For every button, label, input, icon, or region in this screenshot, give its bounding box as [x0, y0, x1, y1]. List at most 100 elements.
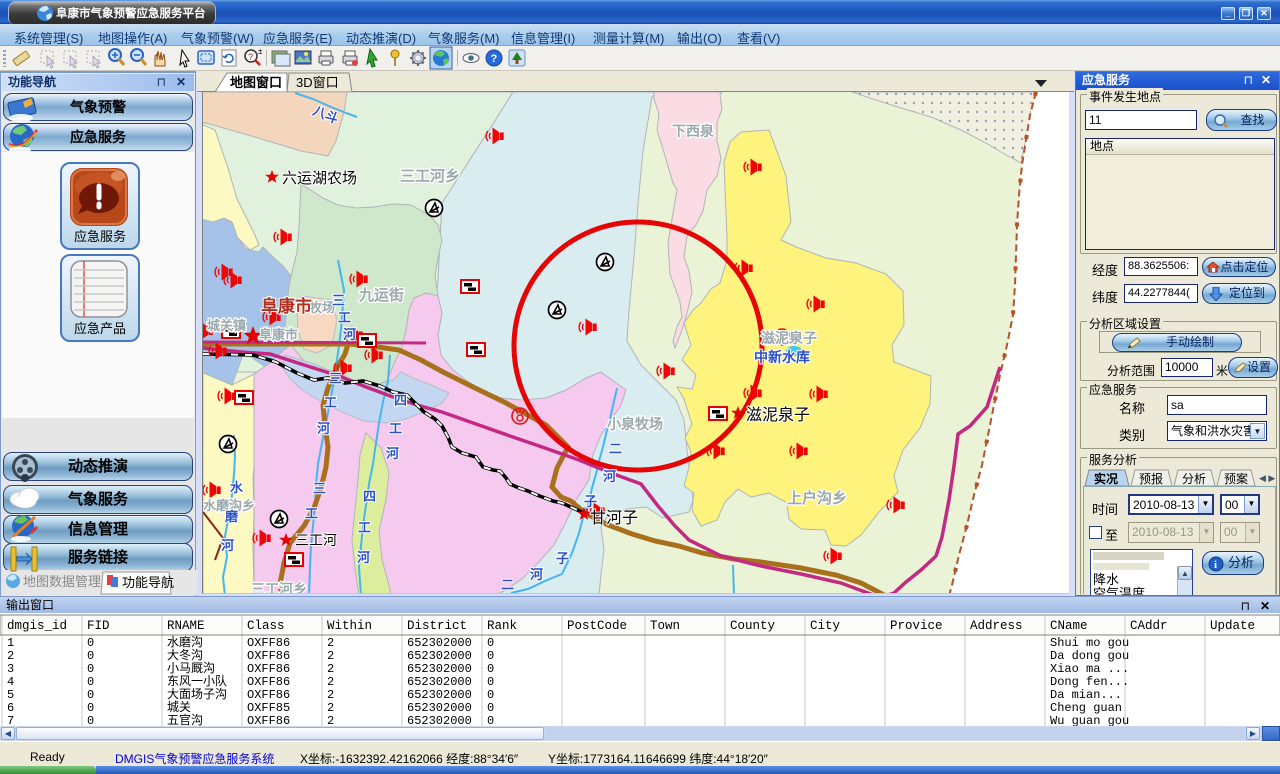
svg-text:Wu guan gou: Wu guan gou — [1050, 714, 1129, 726]
svg-text:预报: 预报 — [1139, 471, 1163, 486]
svg-text:城关镇: 城关镇 — [207, 318, 246, 333]
svg-text:三工河: 三工河 — [295, 532, 337, 548]
svg-text:2: 2 — [327, 714, 334, 726]
svg-text:Town: Town — [650, 619, 680, 633]
svg-text:0: 0 — [487, 649, 494, 663]
svg-text:功能导航: 功能导航 — [122, 575, 174, 590]
svg-text:652302000: 652302000 — [407, 662, 472, 676]
svg-text:Xiao ma ...: Xiao ma ... — [1050, 662, 1129, 676]
svg-text:大面场子沟: 大面场子沟 — [167, 687, 227, 701]
svg-text:工: 工 — [338, 310, 351, 325]
svg-text:4: 4 — [7, 675, 14, 689]
svg-text:河: 河 — [317, 421, 330, 436]
svg-text:子: 子 — [556, 551, 569, 566]
svg-text:0: 0 — [487, 688, 494, 702]
svg-text:i: i — [1214, 559, 1217, 571]
svg-text:Address: Address — [970, 619, 1023, 633]
svg-text:PostCode: PostCode — [567, 619, 627, 633]
svg-text:City: City — [810, 619, 841, 633]
svg-text:地图窗口: 地图窗口 — [230, 75, 282, 90]
svg-text:六运湖农场: 六运湖农场 — [282, 170, 357, 187]
svg-text:Dong fen...: Dong fen... — [1050, 675, 1129, 689]
svg-text:2: 2 — [327, 636, 334, 650]
svg-text:Da mian...: Da mian... — [1050, 688, 1122, 702]
svg-text:阜康市: 阜康市 — [259, 327, 298, 342]
svg-text:District: District — [407, 619, 467, 633]
svg-text:6: 6 — [7, 701, 14, 715]
svg-text:河: 河 — [357, 550, 370, 565]
svg-text:OXFF86: OXFF86 — [247, 636, 290, 650]
svg-text:实况: 实况 — [1094, 471, 1118, 486]
svg-text:小泉牧场: 小泉牧场 — [607, 416, 663, 432]
svg-text:5: 5 — [7, 688, 14, 702]
svg-text:五官沟: 五官沟 — [167, 712, 203, 726]
svg-text:大冬沟: 大冬沟 — [167, 647, 203, 662]
svg-text:三工河乡: 三工河乡 — [400, 167, 460, 185]
svg-text:工: 工 — [305, 506, 318, 521]
svg-text:二: 二 — [501, 577, 514, 592]
svg-text:河: 河 — [603, 469, 616, 484]
svg-text:地图数据管理: 地图数据管理 — [23, 574, 101, 589]
svg-text:0: 0 — [87, 714, 94, 726]
svg-text:三工河乡: 三工河乡 — [251, 581, 307, 593]
svg-text:◀ ▶: ◀ ▶ — [1259, 473, 1275, 483]
svg-text:小马厩沟: 小马厩沟 — [167, 661, 215, 675]
svg-text:7: 7 — [7, 714, 14, 726]
svg-text:中新水库: 中新水库 — [754, 349, 810, 365]
svg-text:阜康市: 阜康市 — [261, 296, 312, 316]
svg-text:Within: Within — [327, 619, 372, 633]
svg-text:652302000: 652302000 — [407, 675, 472, 689]
svg-text:三: 三 — [313, 481, 326, 496]
svg-text:3D窗口: 3D窗口 — [296, 75, 339, 90]
svg-text:Cheng guan: Cheng guan — [1050, 701, 1122, 715]
svg-text:1: 1 — [7, 636, 14, 650]
svg-text:CName: CName — [1050, 619, 1088, 633]
svg-text:0: 0 — [87, 688, 94, 702]
svg-text:工: 工 — [358, 520, 371, 535]
svg-text:子: 子 — [584, 494, 597, 509]
svg-text:2: 2 — [327, 675, 334, 689]
svg-text:0: 0 — [487, 662, 494, 676]
svg-text:2: 2 — [327, 662, 334, 676]
svg-text:0: 0 — [87, 649, 94, 663]
svg-text:预案: 预案 — [1224, 471, 1248, 486]
svg-text:0: 0 — [487, 636, 494, 650]
svg-text:CAddr: CAddr — [1130, 619, 1168, 633]
svg-text:0: 0 — [87, 675, 94, 689]
svg-text:河: 河 — [221, 538, 234, 553]
svg-text:Class: Class — [247, 619, 285, 633]
svg-text:OXFF86: OXFF86 — [247, 675, 290, 689]
svg-text:河: 河 — [343, 327, 356, 342]
svg-text:?: ? — [248, 52, 253, 62]
svg-text:2: 2 — [327, 701, 334, 715]
svg-text:水磨沟: 水磨沟 — [167, 635, 203, 649]
svg-text:Da dong gou: Da dong gou — [1050, 649, 1129, 663]
svg-text:±: ± — [258, 47, 263, 56]
svg-text:九运街: 九运街 — [358, 286, 404, 304]
svg-text:OXFF86: OXFF86 — [247, 688, 290, 702]
svg-text:工: 工 — [324, 395, 337, 410]
svg-text:OXFF86: OXFF86 — [247, 714, 290, 726]
svg-text:四: 四 — [394, 393, 407, 408]
svg-text:FID: FID — [87, 619, 110, 633]
svg-text:652302000: 652302000 — [407, 688, 472, 702]
svg-text:0: 0 — [87, 701, 94, 715]
svg-text:三: 三 — [332, 293, 345, 308]
svg-text:东风一小队: 东风一小队 — [167, 673, 227, 688]
svg-text:OXFF86: OXFF86 — [247, 649, 290, 663]
svg-text:Rank: Rank — [487, 619, 517, 633]
svg-text:四: 四 — [363, 489, 376, 504]
svg-text:2: 2 — [327, 649, 334, 663]
svg-text:下西泉: 下西泉 — [672, 123, 715, 139]
svg-text:Update: Update — [1210, 619, 1255, 633]
svg-text:甘河子: 甘河子 — [590, 509, 638, 527]
svg-text:RNAME: RNAME — [167, 619, 205, 633]
svg-text:County: County — [730, 619, 776, 633]
svg-text:河: 河 — [386, 446, 399, 461]
svg-text:上户沟乡: 上户沟乡 — [787, 489, 847, 507]
svg-text:工: 工 — [389, 421, 402, 436]
svg-text:城关: 城关 — [167, 700, 191, 714]
svg-text:652302000: 652302000 — [407, 649, 472, 663]
svg-text:0: 0 — [487, 701, 494, 715]
svg-text:?: ? — [491, 53, 498, 65]
